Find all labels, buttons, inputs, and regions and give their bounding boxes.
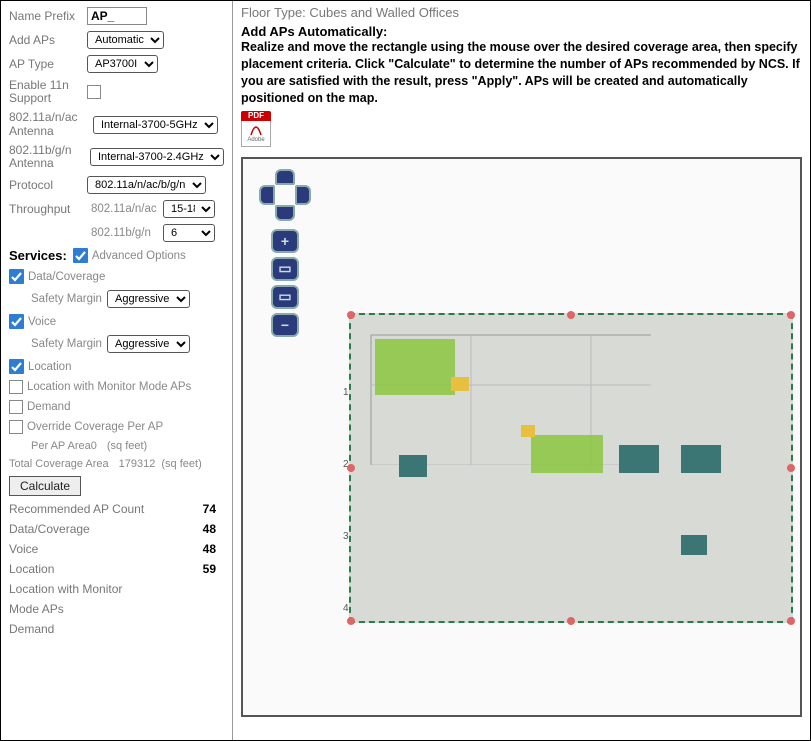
add-aps-select[interactable]: Automatic <box>87 31 164 49</box>
enable-11n-checkbox[interactable] <box>87 85 101 99</box>
zone-yellow-1 <box>451 377 469 391</box>
recommended-value: 74 <box>203 502 216 516</box>
demand-label: Demand <box>27 401 70 413</box>
calculate-button[interactable]: Calculate <box>9 476 81 496</box>
pan-right-button[interactable] <box>295 185 311 205</box>
demand-checkbox[interactable] <box>9 400 23 414</box>
res-location-value: 59 <box>203 562 216 576</box>
safety-margin-label-2: Safety Margin <box>31 338 107 350</box>
antenna-a-select[interactable]: Internal-3700-5GHz <box>93 116 218 134</box>
throughput-a-select[interactable]: 15-18 <box>163 200 215 218</box>
instructions-text: Realize and move the rectangle using the… <box>241 39 802 107</box>
safety-margin-data-select[interactable]: Aggressive <box>107 290 190 308</box>
data-coverage-checkbox[interactable] <box>9 269 24 284</box>
antenna-b-select[interactable]: Internal-3700-2.4GHz <box>90 148 224 166</box>
advanced-options-checkbox[interactable] <box>73 248 88 263</box>
safety-margin-voice-select[interactable]: Aggressive <box>107 335 190 353</box>
ap-type-label: AP Type <box>9 57 87 71</box>
pan-up-button[interactable] <box>275 169 295 185</box>
res-location-label: Location <box>9 562 54 576</box>
edge-handle[interactable] <box>787 464 795 472</box>
location-label: Location <box>28 361 71 373</box>
override-checkbox[interactable] <box>9 420 23 434</box>
zone-teal-3 <box>681 445 721 473</box>
data-coverage-label: Data/Coverage <box>28 271 105 283</box>
throughput-b-label: 802.11b/g/n <box>91 227 163 239</box>
total-coverage-value: 179312 <box>119 458 156 470</box>
zoom-level-2-button[interactable]: ▭ <box>271 285 299 309</box>
edge-handle[interactable] <box>347 464 355 472</box>
advanced-options-label: Advanced Options <box>92 250 186 262</box>
name-prefix-input[interactable] <box>87 7 147 25</box>
floorplan-area[interactable] <box>349 313 793 623</box>
floor-type-label: Floor Type: Cubes and Walled Offices <box>241 5 802 20</box>
enable-11n-label: Enable 11n Support <box>9 79 87 105</box>
total-coverage-label: Total Coverage Area <box>9 458 109 470</box>
edge-handle[interactable] <box>567 311 575 319</box>
nav-widget: + ▭ ▭ − <box>259 169 311 341</box>
throughput-a-label: 802.11a/n/ac <box>91 203 163 215</box>
override-label: Override Coverage Per AP <box>27 421 163 433</box>
throughput-label: Throughput <box>9 202 87 216</box>
corner-handle[interactable] <box>787 617 795 625</box>
ap-type-select[interactable]: AP3700I <box>87 55 158 73</box>
pdf-icon[interactable]: PDF Adobe <box>241 111 275 149</box>
services-label: Services: <box>9 248 67 263</box>
per-ap-area-value: 0 <box>91 440 97 452</box>
res-voice-label: Voice <box>9 542 38 556</box>
protocol-label: Protocol <box>9 178 87 192</box>
corner-handle[interactable] <box>347 311 355 319</box>
throughput-b-select[interactable]: 6 <box>163 224 215 242</box>
zone-yellow-2 <box>521 425 535 437</box>
zone-green-2 <box>531 435 603 473</box>
per-ap-area-label: Per AP Area <box>31 440 91 452</box>
antenna-a-label: 802.11a/n/ac Antenna <box>9 111 93 137</box>
zone-teal-2 <box>619 445 659 473</box>
location-monitor-label: Location with Monitor Mode APs <box>27 381 191 393</box>
res-demand-label: Demand <box>9 622 54 636</box>
zoom-in-button[interactable]: + <box>271 229 299 253</box>
per-ap-sqft: (sq feet) <box>107 440 147 452</box>
recommended-label: Recommended AP Count <box>9 502 144 516</box>
total-coverage-sqft: (sq feet) <box>161 458 201 470</box>
safety-margin-label-1: Safety Margin <box>31 293 107 305</box>
res-voice-value: 48 <box>203 542 216 556</box>
add-aps-title: Add APs Automatically: <box>241 24 802 39</box>
edge-handle[interactable] <box>567 617 575 625</box>
zoom-level-1-button[interactable]: ▭ <box>271 257 299 281</box>
res-mode-aps-label: Mode APs <box>9 602 64 616</box>
zone-green-1 <box>375 339 455 395</box>
zoom-out-button[interactable]: − <box>271 313 299 337</box>
zone-teal-4 <box>681 535 707 555</box>
pan-left-button[interactable] <box>259 185 275 205</box>
location-monitor-checkbox[interactable] <box>9 380 23 394</box>
main-panel: Floor Type: Cubes and Walled Offices Add… <box>233 1 810 740</box>
add-aps-label: Add APs <box>9 33 87 47</box>
adobe-icon <box>247 123 265 137</box>
location-checkbox[interactable] <box>9 359 24 374</box>
res-data-value: 48 <box>203 522 216 536</box>
voice-label: Voice <box>28 316 56 328</box>
pan-down-button[interactable] <box>275 205 295 221</box>
voice-checkbox[interactable] <box>9 314 24 329</box>
corner-handle[interactable] <box>787 311 795 319</box>
protocol-select[interactable]: 802.11a/n/ac/b/g/n <box>87 176 206 194</box>
res-data-label: Data/Coverage <box>9 522 90 536</box>
zone-teal-1 <box>399 455 427 477</box>
antenna-b-label: 802.11b/g/n Antenna <box>9 144 90 170</box>
name-prefix-label: Name Prefix <box>9 9 87 23</box>
sidebar: Name Prefix Add APs Automatic AP Type AP… <box>1 1 233 740</box>
res-lwm-label: Location with Monitor <box>9 582 122 596</box>
corner-handle[interactable] <box>347 617 355 625</box>
map-panel[interactable]: + ▭ ▭ − 0 ft 0 ft 100 ft 200 ft 300 ft 4… <box>241 157 802 717</box>
